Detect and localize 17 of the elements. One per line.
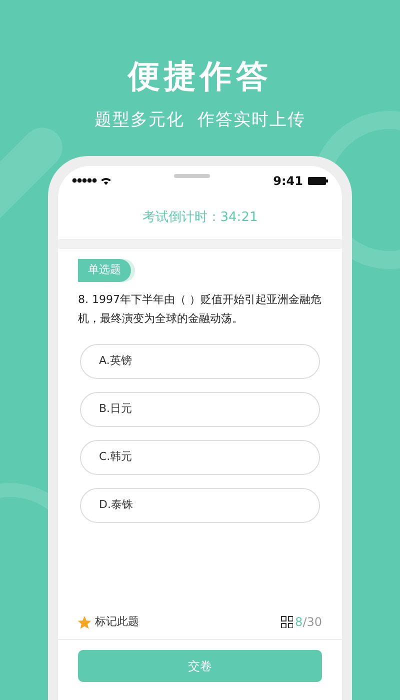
wifi-icon (101, 176, 111, 184)
headline: 便捷作答 (128, 56, 272, 97)
answer-option[interactable]: C.韩元 (80, 440, 320, 474)
answer-option[interactable]: A.英镑 (80, 344, 320, 378)
status-time: 9:41 (273, 172, 303, 190)
notch (174, 174, 210, 178)
grid-icon (281, 616, 294, 628)
question-type-tag: 单选题 (78, 259, 131, 282)
signal-icon (72, 178, 98, 183)
answer-option[interactable]: D.泰铢 (80, 488, 320, 522)
subheadline: 题型多元化 作答实时上传 (94, 109, 306, 132)
progress-count: 8/30 (295, 614, 322, 631)
countdown-timer: 考试倒计时：34:21 (141, 208, 259, 226)
answer-option[interactable]: B.日元 (80, 392, 320, 426)
mark-question-button[interactable]: 标记此题 (78, 614, 139, 630)
battery-icon (308, 176, 328, 184)
question-text: 8. 1997年下半年由（ ）贬值开始引起亚洲金融危机，最终演变为全球的金融动荡。 (78, 292, 322, 326)
